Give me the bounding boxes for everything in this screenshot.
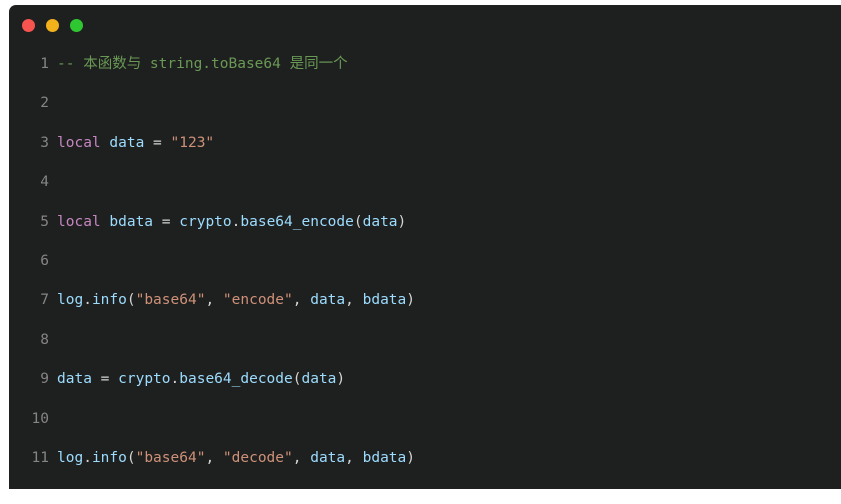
line-number: 11	[31, 449, 49, 466]
code-token: )	[406, 449, 415, 466]
code-line[interactable]: 5 local bdata = crypto.base64_encode(data…	[9, 203, 841, 242]
code-token: (	[126, 292, 136, 309]
code-token: .	[170, 371, 180, 388]
code-token: "base64"	[135, 449, 206, 466]
code-token: data	[310, 292, 346, 309]
code-token: data	[310, 449, 346, 466]
code-token: "123"	[170, 134, 215, 151]
code-token: info	[91, 449, 127, 466]
screenshot-root: 1 -- 本函数与 string.toBase64 是同一个 2 3 local dat…	[0, 0, 841, 504]
line-number: 7	[40, 292, 49, 309]
line-number: 5	[40, 213, 49, 230]
line-number: 1	[40, 56, 49, 72]
code-token: ,	[205, 292, 223, 309]
line-content[interactable]: local bdata = crypto.base64_encode(data)	[57, 203, 841, 242]
code-editor-content[interactable]: 1 -- 本函数与 string.toBase64 是同一个 2 3 local dat…	[9, 45, 841, 482]
line-number: 10	[31, 410, 49, 427]
code-line[interactable]: 4	[9, 163, 841, 202]
code-token: bdata	[362, 449, 407, 466]
code-token: ,	[345, 449, 363, 466]
code-token: bdata	[362, 292, 407, 309]
code-token: .	[83, 292, 92, 309]
code-token: =	[153, 134, 162, 151]
code-token: ,	[205, 449, 223, 466]
code-token: local	[57, 134, 101, 151]
code-token: info	[91, 292, 127, 309]
line-content[interactable]: log.info("base64", "decode", data, bdata…	[57, 439, 841, 478]
code-line[interactable]: 11 log.info("base64", "decode", data, bda…	[9, 439, 841, 478]
code-token: data	[362, 213, 398, 230]
line-content[interactable]: log.info("base64", "encode", data, bdata…	[57, 281, 841, 320]
code-editor-window: 1 -- 本函数与 string.toBase64 是同一个 2 3 local dat…	[9, 5, 841, 489]
code-token: ,	[292, 449, 311, 466]
code-token: "base64"	[135, 292, 206, 309]
code-token: (	[126, 449, 136, 466]
code-token: data	[109, 134, 145, 151]
minimize-window-button[interactable]	[46, 18, 59, 32]
code-token: local	[57, 213, 101, 230]
code-token: data	[301, 371, 337, 388]
line-number: 3	[40, 134, 49, 151]
code-token: log	[57, 449, 84, 466]
line-content[interactable]: local data = "123"	[57, 124, 841, 163]
code-line[interactable]: 1 -- 本函数与 string.toBase64 是同一个	[9, 45, 841, 84]
code-token: log	[57, 292, 84, 309]
code-line[interactable]: 8	[9, 321, 841, 360]
zoom-window-button[interactable]	[70, 18, 83, 32]
code-line[interactable]: 3 local data = "123"	[9, 124, 841, 163]
code-token: bdata	[109, 213, 154, 230]
code-token: crypto	[179, 213, 232, 230]
code-line[interactable]: 2	[9, 84, 841, 123]
line-number: 9	[40, 371, 49, 388]
close-window-button[interactable]	[22, 18, 35, 32]
code-token: ,	[292, 292, 311, 309]
code-token: crypto	[118, 371, 171, 388]
code-token: "decode"	[222, 449, 293, 466]
code-line[interactable]: 6	[9, 242, 841, 281]
line-number: 6	[40, 252, 49, 269]
code-token: .	[83, 449, 92, 466]
code-token: )	[397, 213, 407, 230]
code-line[interactable]: 7 log.info("base64", "encode", data, bdat…	[9, 281, 841, 320]
line-number: 8	[40, 331, 49, 348]
line-content[interactable]: -- 本函数与 string.toBase64 是同一个	[57, 45, 841, 84]
code-token: base64_decode	[179, 371, 293, 388]
code-line[interactable]: 9 data = crypto.base64_decode(data)	[9, 360, 841, 399]
code-token: ,	[345, 292, 363, 309]
line-number: 4	[40, 174, 49, 191]
code-token: -- 本函数与 string.toBase64 是同一个	[57, 56, 348, 72]
code-line[interactable]: 10	[9, 400, 841, 439]
code-token: "encode"	[222, 292, 293, 309]
code-token: =	[161, 213, 171, 230]
code-token: data	[57, 371, 92, 388]
code-token: )	[336, 371, 346, 388]
code-token: )	[406, 292, 415, 309]
code-token: base64_encode	[240, 213, 354, 230]
code-token: (	[353, 213, 363, 230]
window-title-bar	[9, 5, 841, 45]
line-number: 2	[40, 95, 49, 112]
line-content[interactable]: data = crypto.base64_decode(data)	[57, 360, 841, 399]
